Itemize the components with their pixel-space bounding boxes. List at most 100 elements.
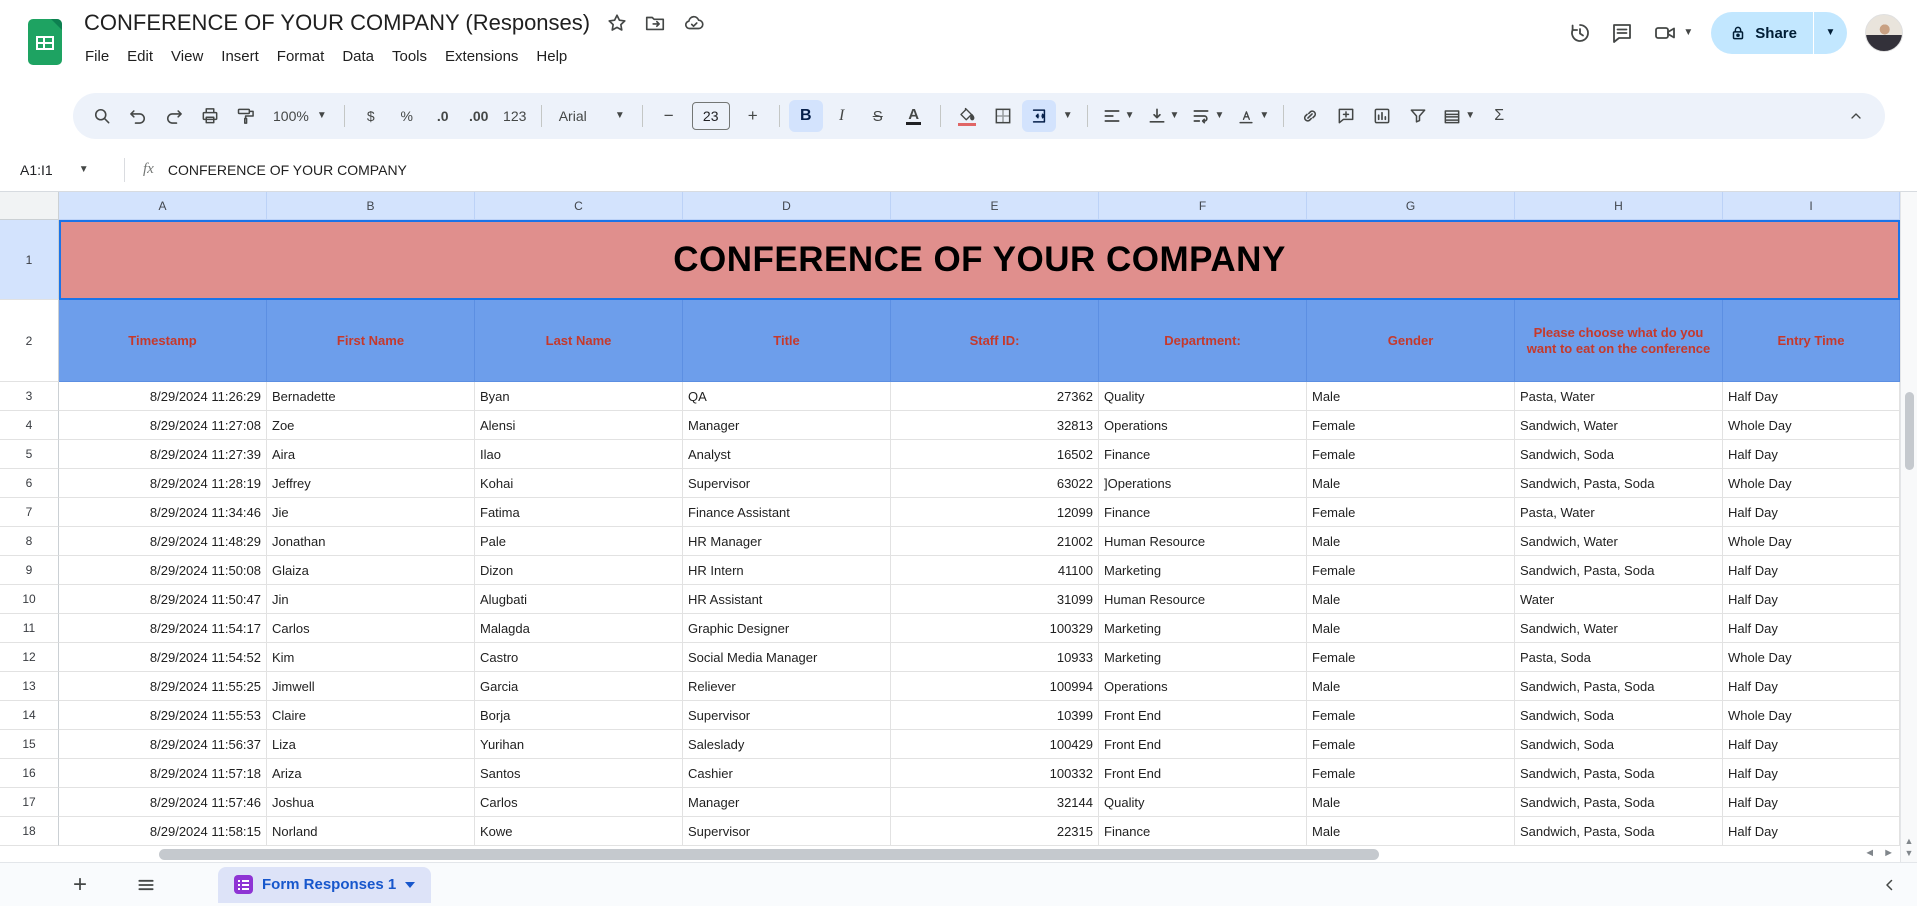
cell[interactable]: Sandwich, Soda — [1515, 440, 1723, 469]
cell[interactable]: Sandwich, Soda — [1515, 701, 1723, 730]
cell[interactable]: Ilao — [475, 440, 683, 469]
cell[interactable]: 100332 — [891, 759, 1099, 788]
menu-format[interactable]: Format — [268, 44, 334, 69]
cell[interactable]: 8/29/2024 11:55:25 — [59, 672, 267, 701]
cell[interactable]: Human Resource — [1099, 527, 1307, 556]
cell[interactable]: Sandwich, Pasta, Soda — [1515, 672, 1723, 701]
format-percent-button[interactable]: % — [390, 100, 424, 132]
cell[interactable]: Finance Assistant — [683, 498, 891, 527]
cell[interactable]: 8/29/2024 11:55:53 — [59, 701, 267, 730]
cell[interactable]: Malagda — [475, 614, 683, 643]
bold-button[interactable]: B — [788, 100, 823, 132]
cell[interactable]: 8/29/2024 11:57:46 — [59, 788, 267, 817]
cell[interactable]: Sandwich, Water — [1515, 614, 1723, 643]
cell[interactable]: Analyst — [683, 440, 891, 469]
text-color-button[interactable]: A — [897, 100, 931, 132]
cell[interactable]: Aira — [267, 440, 475, 469]
cell[interactable]: Finance — [1099, 440, 1307, 469]
merge-cells-caret-icon[interactable]: ▼ — [1058, 100, 1078, 132]
cell[interactable]: Half Day — [1723, 672, 1900, 701]
cell[interactable]: Finance — [1099, 498, 1307, 527]
cell[interactable]: Whole Day — [1723, 411, 1900, 440]
field-header-cell[interactable]: Entry Time — [1723, 300, 1900, 382]
menu-file[interactable]: File — [76, 44, 118, 69]
cell[interactable]: Marketing — [1099, 643, 1307, 672]
cell[interactable]: Half Day — [1723, 817, 1900, 846]
cell[interactable]: Whole Day — [1723, 701, 1900, 730]
horizontal-align-button[interactable]: ▼ — [1097, 100, 1140, 132]
cell[interactable]: Female — [1307, 643, 1515, 672]
cell[interactable]: HR Manager — [683, 527, 891, 556]
cell[interactable]: 8/29/2024 11:50:47 — [59, 585, 267, 614]
cell[interactable]: 32813 — [891, 411, 1099, 440]
cell[interactable]: Glaiza — [267, 556, 475, 585]
column-header-I[interactable]: I — [1723, 192, 1900, 220]
cell[interactable]: Sandwich, Water — [1515, 527, 1723, 556]
cell[interactable]: Alensi — [475, 411, 683, 440]
all-sheets-button[interactable] — [126, 865, 166, 905]
row-header-13[interactable]: 13 — [0, 672, 59, 701]
cell[interactable]: Female — [1307, 440, 1515, 469]
cell[interactable]: 8/29/2024 11:54:52 — [59, 643, 267, 672]
cell[interactable]: Sandwich, Pasta, Soda — [1515, 469, 1723, 498]
name-box[interactable]: A1:I1 ▼ — [0, 162, 118, 178]
sheet-tab-form-responses-1[interactable]: Form Responses 1 — [218, 866, 432, 903]
show-side-panel-icon[interactable] — [1881, 876, 1899, 894]
cell[interactable]: QA — [683, 382, 891, 411]
name-box-caret-icon[interactable]: ▼ — [79, 164, 89, 175]
vertical-scroll-thumb[interactable] — [1905, 392, 1914, 470]
redo-icon[interactable] — [157, 100, 191, 132]
column-header-G[interactable]: G — [1307, 192, 1515, 220]
add-sheet-button[interactable]: + — [60, 865, 100, 905]
cell[interactable]: Male — [1307, 614, 1515, 643]
row-header-17[interactable]: 17 — [0, 788, 59, 817]
menu-insert[interactable]: Insert — [212, 44, 268, 69]
document-title[interactable]: CONFERENCE OF YOUR COMPANY (Responses) — [84, 10, 590, 36]
account-avatar[interactable] — [1865, 14, 1903, 52]
cell[interactable]: Male — [1307, 788, 1515, 817]
cell[interactable]: Marketing — [1099, 556, 1307, 585]
italic-button[interactable]: I — [825, 100, 859, 132]
cell[interactable]: 8/29/2024 11:27:39 — [59, 440, 267, 469]
cell[interactable]: Half Day — [1723, 556, 1900, 585]
cell[interactable]: Male — [1307, 469, 1515, 498]
cell[interactable]: Female — [1307, 556, 1515, 585]
cell[interactable]: Sandwich, Pasta, Soda — [1515, 817, 1723, 846]
more-formats-button[interactable]: 123 — [498, 100, 532, 132]
cell[interactable]: Finance — [1099, 817, 1307, 846]
create-filter-icon[interactable] — [1401, 100, 1435, 132]
cell[interactable]: Saleslady — [683, 730, 891, 759]
menu-edit[interactable]: Edit — [118, 44, 162, 69]
cell[interactable]: Byan — [475, 382, 683, 411]
functions-button[interactable]: Σ — [1482, 100, 1516, 132]
scroll-right-icon[interactable]: ► — [1883, 847, 1894, 859]
cell[interactable]: Male — [1307, 585, 1515, 614]
cell[interactable]: Graphic Designer — [683, 614, 891, 643]
cell[interactable]: 63022 — [891, 469, 1099, 498]
cell[interactable]: Fatima — [475, 498, 683, 527]
cell[interactable]: Jie — [267, 498, 475, 527]
cell[interactable]: Dizon — [475, 556, 683, 585]
cell[interactable]: Carlos — [475, 788, 683, 817]
cell[interactable]: 8/29/2024 11:50:08 — [59, 556, 267, 585]
column-header-H[interactable]: H — [1515, 192, 1723, 220]
zoom-select[interactable]: 100% ▼ — [265, 100, 335, 132]
version-history-icon[interactable] — [1568, 21, 1592, 45]
cell[interactable]: 22315 — [891, 817, 1099, 846]
cell[interactable]: Jeffrey — [267, 469, 475, 498]
insert-chart-icon[interactable] — [1365, 100, 1399, 132]
cell[interactable]: Supervisor — [683, 469, 891, 498]
cell[interactable]: Marketing — [1099, 614, 1307, 643]
cell[interactable]: ]Operations — [1099, 469, 1307, 498]
cell[interactable]: Pasta, Soda — [1515, 643, 1723, 672]
cell[interactable]: Joshua — [267, 788, 475, 817]
vertical-align-button[interactable]: ▼ — [1142, 100, 1185, 132]
cell[interactable]: Pasta, Water — [1515, 382, 1723, 411]
decrease-decimal-button[interactable]: .0 — [426, 100, 460, 132]
field-header-cell[interactable]: Last Name — [475, 300, 683, 382]
row-header-9[interactable]: 9 — [0, 556, 59, 585]
cell[interactable]: 16502 — [891, 440, 1099, 469]
cell[interactable]: Water — [1515, 585, 1723, 614]
column-header-E[interactable]: E — [891, 192, 1099, 220]
row-header-3[interactable]: 3 — [0, 382, 59, 411]
